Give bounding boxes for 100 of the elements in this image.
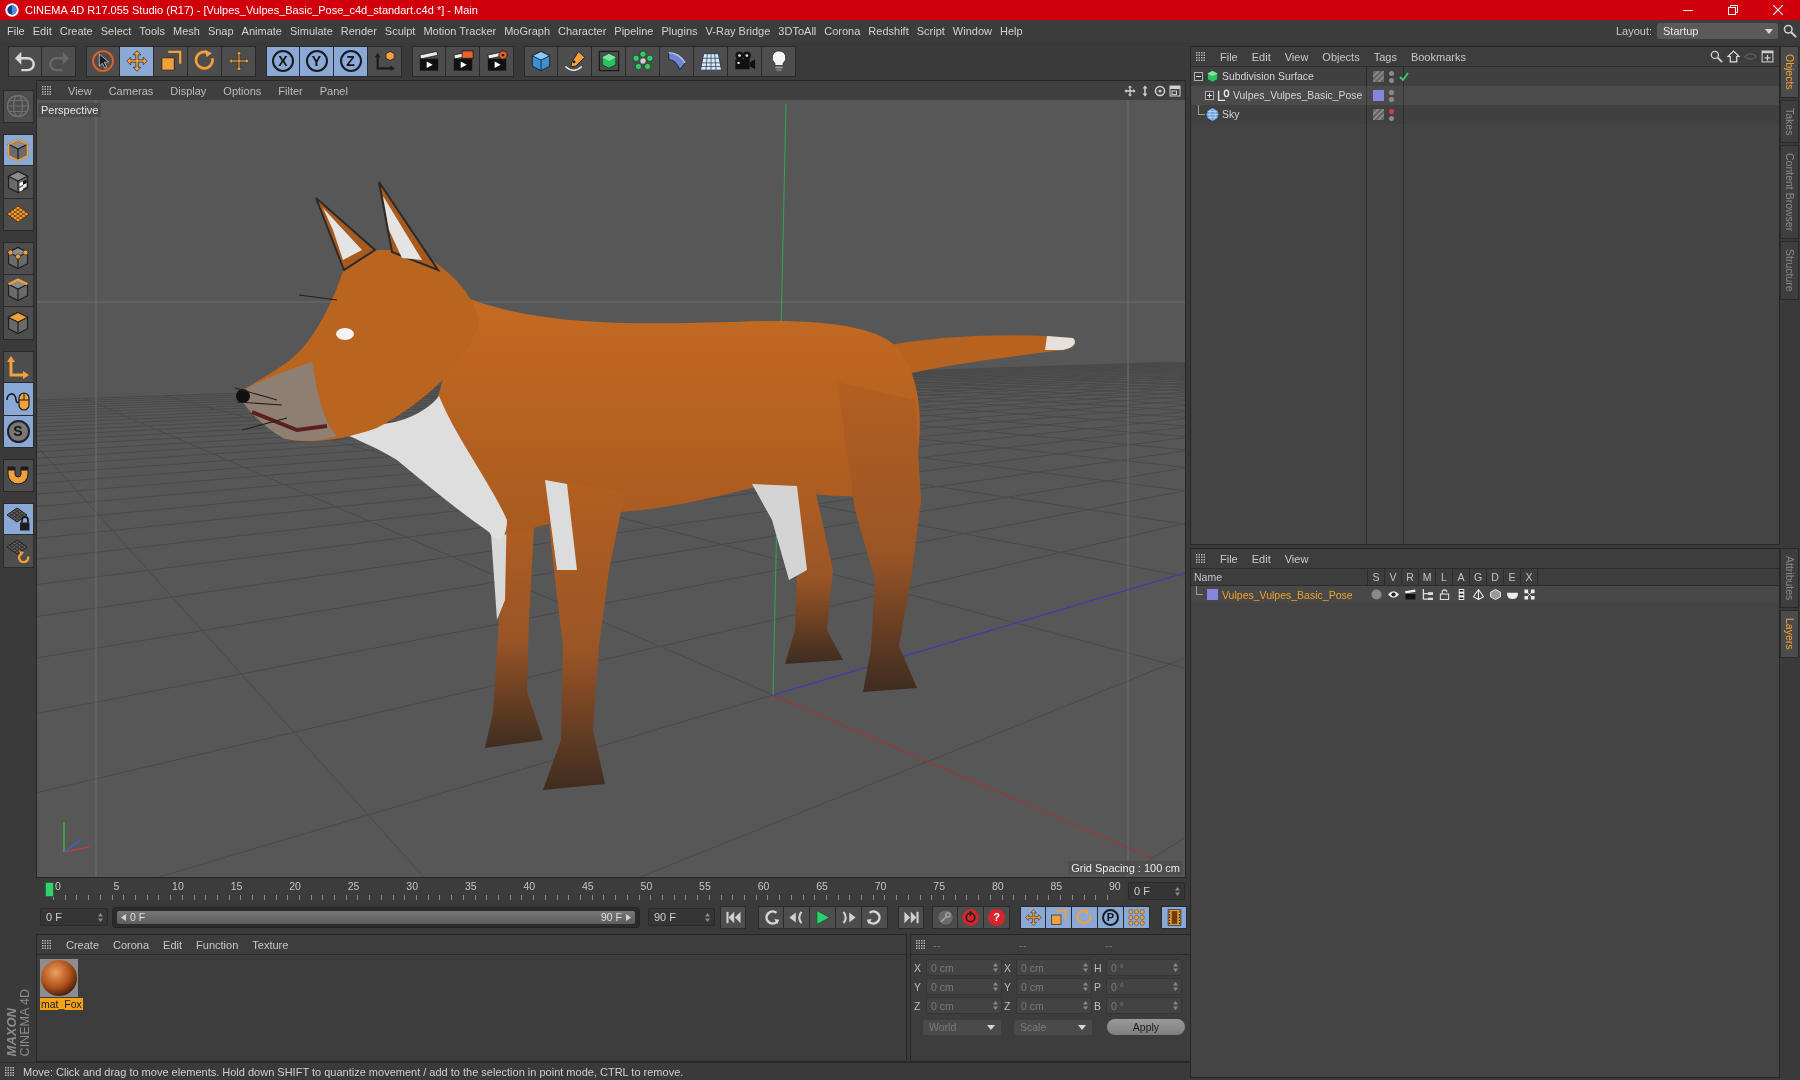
menu-item[interactable]: Sculpt <box>380 23 420 39</box>
go-to-end-button[interactable] <box>898 905 924 929</box>
current-frame-field[interactable]: 0 F <box>1128 882 1185 900</box>
object-menu-item[interactable]: Bookmarks <box>1403 50 1473 63</box>
points-mode-button[interactable] <box>2 242 34 275</box>
tree-collapse-icon[interactable] <box>1194 72 1203 81</box>
object-menu-item[interactable]: Edit <box>1244 50 1278 63</box>
end-frame-field[interactable]: 90 F <box>648 908 715 926</box>
polygons-mode-button[interactable] <box>2 307 34 340</box>
pyramid-icon[interactable] <box>1473 589 1484 600</box>
maximize-icon[interactable] <box>1169 84 1181 97</box>
x-axis-toggle[interactable]: X <box>266 45 300 77</box>
menu-item[interactable]: Edit <box>28 23 56 39</box>
pan-icon[interactable] <box>1124 84 1136 97</box>
floor-button[interactable] <box>694 45 728 77</box>
editor-visibility-dot-icon[interactable] <box>1389 70 1394 76</box>
workplane-rotate-button[interactable] <box>2 535 34 568</box>
layer-swatch-icon[interactable] <box>1373 90 1384 101</box>
orbit-icon[interactable] <box>1154 84 1166 97</box>
material-menu-item[interactable]: Create <box>59 938 107 951</box>
edges-mode-button[interactable] <box>2 274 34 307</box>
menu-item[interactable]: File <box>3 23 29 39</box>
side-tab[interactable]: Objects <box>1780 46 1799 98</box>
object-row[interactable]: Sky <box>1191 105 1779 124</box>
snap-toggle[interactable]: S <box>2 415 34 448</box>
menu-item[interactable]: Plugins <box>657 23 702 39</box>
render-visibility-dot-icon[interactable] <box>1389 77 1394 83</box>
panel-grip-icon[interactable] <box>5 1067 14 1076</box>
selection-tool-button[interactable] <box>86 45 120 77</box>
menu-item[interactable]: Select <box>96 23 136 39</box>
menu-item[interactable]: Motion Tracker <box>419 23 501 39</box>
render-visibility-dot-icon[interactable] <box>1389 115 1394 121</box>
side-tab[interactable]: Layers <box>1780 610 1799 658</box>
material-menu-item[interactable]: Texture <box>245 938 296 951</box>
spinner-icon[interactable] <box>705 912 710 922</box>
layer-menu-item[interactable]: Edit <box>1244 552 1278 565</box>
search-icon[interactable] <box>1710 50 1723 63</box>
light-button[interactable] <box>762 45 796 77</box>
menu-item[interactable]: V-Ray Bridge <box>701 23 775 39</box>
start-frame-field[interactable]: 0 F <box>40 908 108 926</box>
scale-tool-button[interactable] <box>154 45 188 77</box>
render-visibility-dot-icon[interactable] <box>1389 96 1394 102</box>
material-sphere-icon[interactable] <box>40 959 78 997</box>
rotate-tool-button[interactable] <box>188 45 222 77</box>
play-button[interactable] <box>810 905 836 929</box>
transform-tool-button[interactable] <box>222 45 256 77</box>
key-position-toggle[interactable] <box>1020 905 1046 929</box>
render-view-button[interactable] <box>412 45 446 77</box>
material-menu-item[interactable]: Edit <box>156 938 190 951</box>
layer-menu-item[interactable]: View <box>1277 552 1316 565</box>
y-axis-toggle[interactable]: Y <box>300 45 334 77</box>
new-window-icon[interactable] <box>1761 50 1774 63</box>
step-back-button[interactable] <box>784 905 810 929</box>
next-key-button[interactable] <box>862 905 888 929</box>
menu-item[interactable]: MoGraph <box>500 23 555 39</box>
home-icon[interactable] <box>1727 50 1740 63</box>
z-axis-toggle[interactable]: Z <box>334 45 368 77</box>
viewport-menu-item[interactable]: Cameras <box>99 84 162 97</box>
spinner-icon[interactable] <box>98 912 103 922</box>
layer-swatch-icon[interactable] <box>1207 589 1218 600</box>
editor-visibility-dot-icon[interactable] <box>1389 108 1394 114</box>
tweak-mode-button[interactable] <box>2 383 34 416</box>
panel-grip-icon[interactable] <box>42 940 51 949</box>
viewport-menu-item[interactable]: Panel <box>310 84 356 97</box>
timeline-ruler[interactable]: 0 5 10 15 20 25 30 35 40 45 50 55 60 65 70 75 80 85 90 <box>44 879 1124 900</box>
cube-button[interactable] <box>524 45 558 77</box>
undo-button[interactable] <box>8 45 42 77</box>
move-tool-button[interactable] <box>120 45 154 77</box>
panel-grip-icon[interactable] <box>42 86 51 95</box>
menu-item[interactable]: 3DToAll <box>774 23 821 39</box>
viewport-menu-item[interactable]: Filter <box>269 84 311 97</box>
go-to-start-button[interactable] <box>720 905 746 929</box>
menu-item[interactable]: Pipeline <box>610 23 658 39</box>
keyframe-selection-button[interactable]: ? <box>984 905 1010 929</box>
left-arrow-icon[interactable] <box>121 913 126 921</box>
menu-item[interactable]: Corona <box>820 23 865 39</box>
material-name[interactable]: mat_Fox <box>40 998 83 1010</box>
pen-button[interactable] <box>558 45 592 77</box>
material-menu-item[interactable]: Corona <box>106 938 157 951</box>
object-menu-item[interactable]: File <box>1213 50 1245 63</box>
render-settings-button[interactable] <box>480 45 514 77</box>
menu-item[interactable]: Script <box>912 23 949 39</box>
frame-range-slider[interactable]: 0 F 90 F <box>117 910 635 924</box>
key-rotation-toggle[interactable] <box>1072 905 1098 929</box>
menu-item[interactable]: Redshift <box>864 23 913 39</box>
object-menu-item[interactable]: View <box>1277 50 1316 63</box>
coordinate-system-button[interactable] <box>368 45 402 77</box>
autokey-button[interactable] <box>958 905 984 929</box>
panel-grip-icon[interactable] <box>1196 52 1205 61</box>
hierarchy-icon[interactable] <box>1422 589 1433 600</box>
viewport-menu-item[interactable]: Display <box>161 84 215 97</box>
layer-row[interactable]: Vulpes_Vulpes_Basic_Pose <box>1191 586 1779 603</box>
texture-mode-button[interactable] <box>2 166 34 199</box>
editor-visibility-dot-icon[interactable] <box>1389 89 1394 95</box>
menu-item[interactable]: Mesh <box>169 23 204 39</box>
menu-item[interactable]: Snap <box>203 23 238 39</box>
menu-item[interactable]: Help <box>995 23 1027 39</box>
solo-dot-icon[interactable] <box>1371 589 1382 600</box>
step-forward-button[interactable] <box>836 905 862 929</box>
workplane-mode-button[interactable] <box>2 198 34 231</box>
